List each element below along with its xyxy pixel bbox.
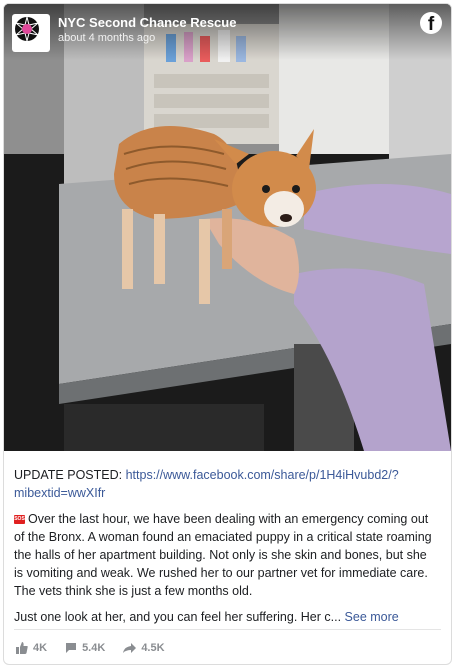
reaction-bar: 4K 5.4K 4.5K [16, 642, 165, 654]
comment-count: 5.4K [82, 642, 106, 654]
caption-paragraph-2: Just one look at her, and you can feel h… [14, 608, 438, 626]
rescue-logo-icon [15, 16, 39, 42]
page-name[interactable]: NYC Second Chance Rescue [58, 15, 236, 30]
divider [14, 629, 441, 630]
comment-icon [66, 643, 77, 653]
update-prefix: UPDATE POSTED: [14, 468, 123, 482]
post-caption: UPDATE POSTED: https://www.facebook.com/… [14, 466, 438, 634]
facebook-post-card: NYC Second Chance Rescue about 4 months … [3, 3, 452, 665]
share-arrow-icon [123, 643, 137, 653]
post-photo[interactable]: NYC Second Chance Rescue about 4 months … [4, 4, 451, 451]
caption-paragraph-1: SOS Over the last hour, we have been deal… [14, 510, 438, 600]
paragraph-2-text: Just one look at her, and you can feel h… [14, 610, 342, 624]
page-avatar[interactable] [12, 14, 50, 52]
see-more-link[interactable]: See more [345, 610, 399, 624]
sos-emoji-icon: SOS [14, 515, 25, 525]
share-stat[interactable]: 4.5K [123, 642, 165, 654]
post-timestamp[interactable]: about 4 months ago [58, 32, 155, 44]
like-count: 4K [33, 642, 48, 654]
comment-stat[interactable]: 5.4K [65, 642, 105, 654]
share-count: 4.5K [141, 642, 165, 654]
facebook-logo-icon[interactable]: f [420, 12, 442, 35]
post-header: NYC Second Chance Rescue about 4 months … [4, 4, 451, 60]
update-line: UPDATE POSTED: https://www.facebook.com/… [14, 466, 438, 502]
like-stat[interactable]: 4K [16, 642, 47, 654]
paragraph-1-text: Over the last hour, we have been dealing… [14, 512, 432, 598]
puppy-photo-illustration [4, 4, 451, 451]
thumbs-up-icon [16, 642, 28, 654]
